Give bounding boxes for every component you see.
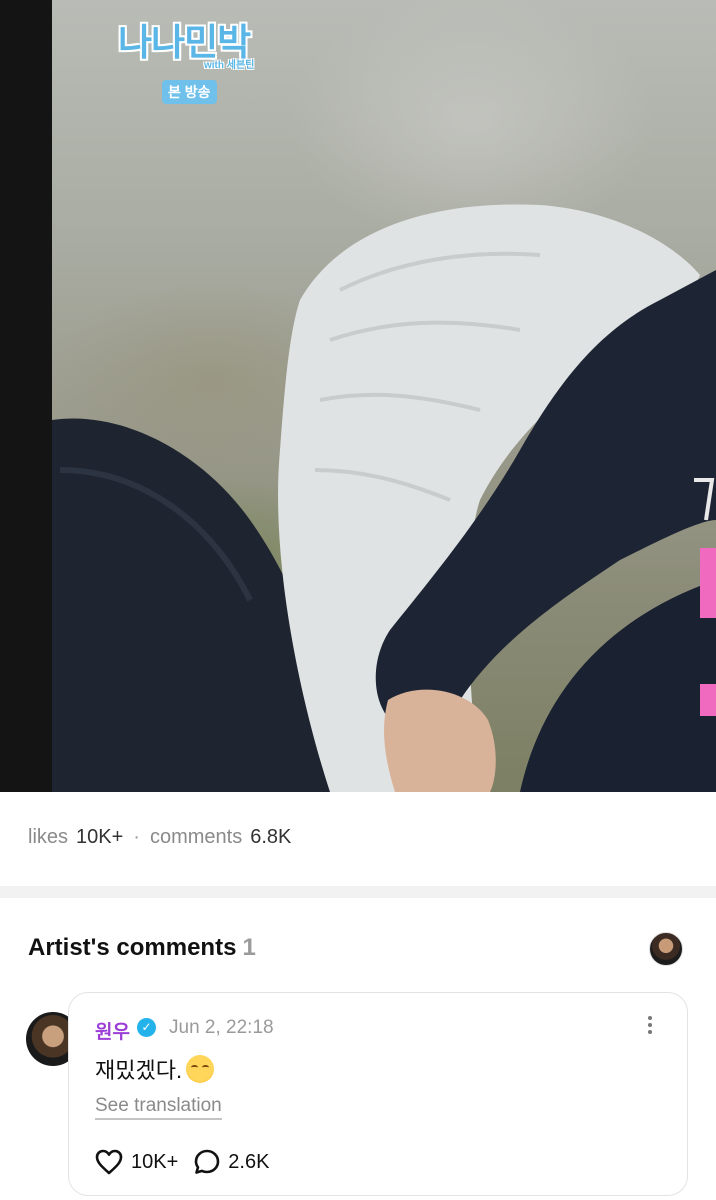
comment-text: 재밌겠다. xyxy=(95,1058,183,1083)
artist-comments-heading: Artist's comments xyxy=(28,934,237,961)
speech-bubble-icon xyxy=(194,1149,220,1174)
post-stats: likes 10K+ · comments 6.8K xyxy=(28,826,291,849)
likes-label[interactable]: likes xyxy=(28,826,68,849)
more-options-icon[interactable] xyxy=(643,1013,657,1041)
right-person-arm xyxy=(384,689,496,792)
like-count: 10K+ xyxy=(131,1150,179,1173)
comments-count[interactable]: 6.8K xyxy=(250,826,291,849)
photo-scene xyxy=(52,204,716,792)
comment-author[interactable]: 원우 xyxy=(95,1017,130,1044)
artist-comment-card[interactable]: 원우 ✓ Jun 2, 22:18 재밌겠다. See translation … xyxy=(68,992,688,1196)
reply-button[interactable]: 2.6K xyxy=(194,1149,269,1175)
comment-timestamp: Jun 2, 22:18 xyxy=(169,1017,274,1038)
likes-count[interactable]: 10K+ xyxy=(76,826,123,849)
artist-comments-count: 1 xyxy=(242,934,256,961)
comment-actions: 10K+ 2.6K xyxy=(95,1149,285,1175)
reply-count: 2.6K xyxy=(228,1150,270,1173)
logo-tag: 본 방송 xyxy=(162,80,217,104)
verified-badge-icon: ✓ xyxy=(137,1018,156,1037)
artist-comments-title: Artist's comments 1 xyxy=(28,934,256,962)
like-button[interactable]: 10K+ xyxy=(95,1149,178,1175)
post-photo[interactable]: 나나민박 with 세븐틴 본 방송 xyxy=(0,0,716,792)
comments-label[interactable]: comments xyxy=(150,826,242,849)
see-translation-link[interactable]: See translation xyxy=(95,1095,222,1120)
heart-icon xyxy=(95,1149,123,1175)
smiling-face-icon xyxy=(186,1055,215,1083)
logo-subtitle: with 세븐틴 xyxy=(204,60,255,71)
stats-separator: · xyxy=(133,826,140,848)
artist-avatar-small[interactable] xyxy=(649,932,683,966)
comment-body: 재밌겠다. xyxy=(95,1053,215,1085)
section-divider xyxy=(0,886,716,898)
show-logo: 나나민박 with 세븐틴 본 방송 xyxy=(100,6,290,110)
